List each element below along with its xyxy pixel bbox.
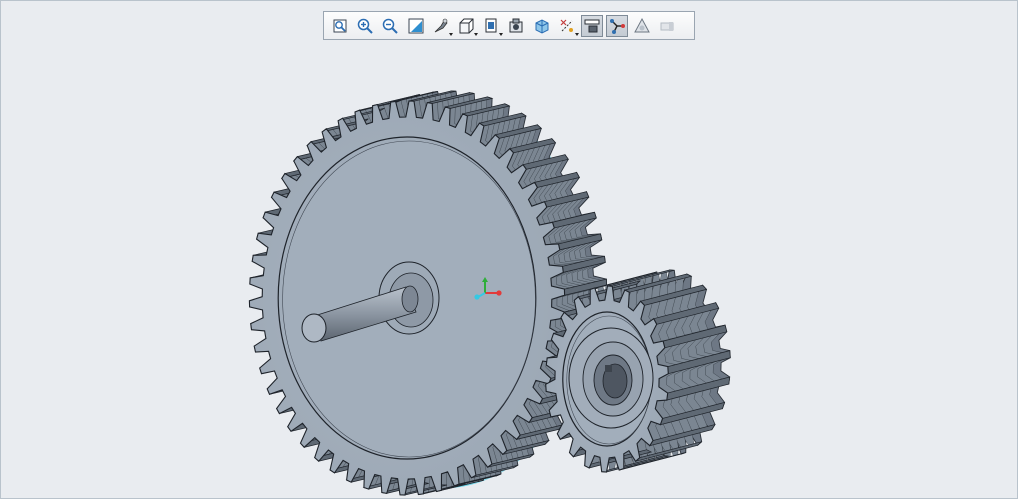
zoom-in-icon (356, 17, 374, 35)
zoom-out-icon (381, 17, 399, 35)
spin-center-button[interactable] (606, 14, 629, 37)
disabled-extra-icon (658, 17, 676, 35)
display-style-button[interactable] (430, 15, 453, 37)
annotation-display-icon (583, 17, 601, 35)
section-button[interactable] (531, 15, 553, 37)
annotation-display-button[interactable] (580, 14, 603, 37)
view-manager-button[interactable] (480, 15, 504, 37)
small-gear-hub (568, 327, 654, 429)
perspective-view-button[interactable] (505, 15, 527, 37)
gear-assembly-model[interactable] (1, 1, 1017, 498)
datum-display-icon (558, 17, 576, 35)
zoom-in-button[interactable] (354, 15, 376, 37)
saved-orientations-button[interactable] (455, 15, 478, 37)
large-gear[interactable] (248, 90, 608, 496)
zoom-out-button[interactable] (379, 15, 401, 37)
spin-center-icon (608, 17, 626, 35)
repaint-icon (407, 17, 425, 35)
section-icon (533, 17, 551, 35)
refit-button[interactable] (329, 15, 351, 37)
disabled-extra-button[interactable] (656, 15, 678, 37)
view-manager-icon (482, 17, 500, 35)
repaint-button[interactable] (405, 15, 427, 37)
appearance-button[interactable] (631, 15, 653, 37)
graphics-viewport[interactable] (0, 0, 1018, 499)
refit-icon (331, 17, 349, 35)
perspective-icon (507, 17, 525, 35)
appearance-icon (633, 17, 651, 35)
view-toolbar (323, 11, 695, 40)
saved-orientations-icon (457, 17, 475, 35)
display-style-icon (432, 17, 450, 35)
datum-display-filters-button[interactable] (556, 15, 579, 37)
